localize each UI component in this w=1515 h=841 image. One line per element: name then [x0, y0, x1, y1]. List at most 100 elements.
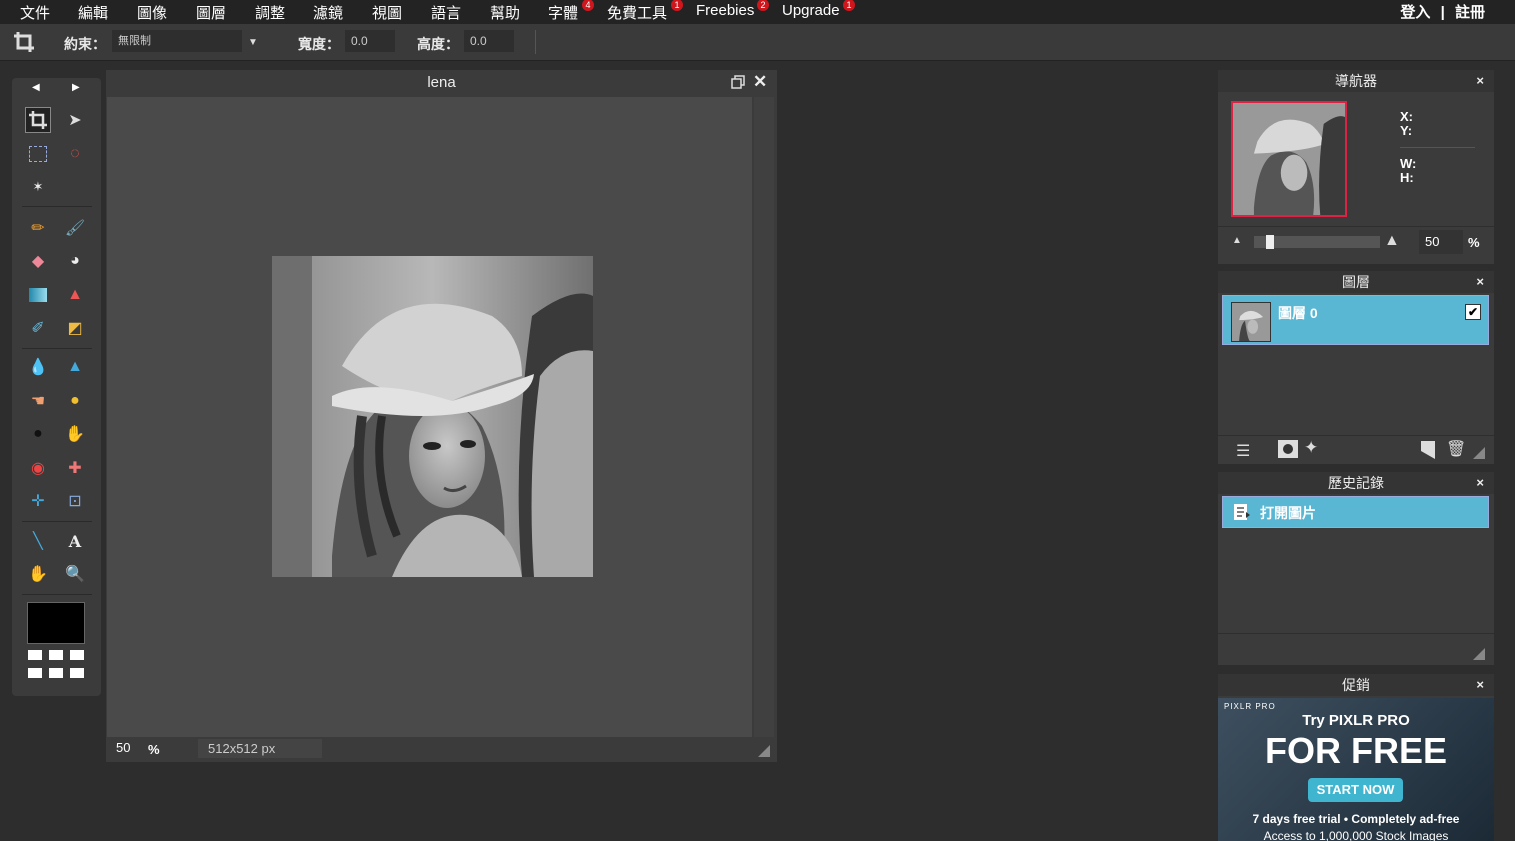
zoom-slider-handle[interactable] — [1266, 235, 1274, 249]
menu-fonts[interactable]: 字體 — [548, 2, 578, 23]
menu-free-tools[interactable]: 免費工具 — [607, 2, 667, 23]
color-replace-icon[interactable]: ✐ — [25, 315, 51, 341]
layers-panel: 圖層 × 圖層 0 ✔ ☰ ✦ 🗑 — [1218, 271, 1494, 464]
lasso-tool-icon[interactable]: ◌ — [62, 141, 88, 167]
history-divider — [1218, 633, 1494, 634]
layer-name: 圖層 0 — [1278, 305, 1318, 321]
zoom-tool-icon[interactable]: 🔍 — [62, 561, 88, 587]
close-icon[interactable]: ✕ — [753, 72, 767, 92]
resize-handle-icon[interactable] — [1473, 647, 1485, 665]
h-label: H: — [1400, 170, 1414, 185]
foreground-color-swatch[interactable] — [27, 602, 85, 644]
promo-line2: 7 days free trial • Completely ad-free — [1252, 812, 1460, 826]
layers-divider — [1218, 435, 1494, 436]
chevron-down-icon[interactable]: ▼ — [248, 37, 258, 48]
close-icon[interactable]: × — [1476, 271, 1484, 293]
menu-edit[interactable]: 編輯 — [78, 2, 108, 23]
close-icon[interactable]: × — [1476, 674, 1484, 696]
height-field[interactable]: 0.0 — [464, 30, 514, 52]
marquee-tool-icon[interactable] — [25, 141, 51, 167]
document-title: lena — [427, 74, 456, 91]
hand-tool-icon[interactable]: ✋ — [25, 561, 51, 587]
vertical-scrollbar[interactable] — [754, 97, 774, 737]
pinch-tool-icon[interactable]: ⊡ — [62, 488, 88, 514]
promo-header: 促銷 × — [1218, 674, 1494, 696]
eraser-tool-icon[interactable]: ◆ — [25, 248, 51, 274]
tool-divider — [22, 594, 92, 595]
document-icon — [1233, 503, 1251, 526]
menu-image[interactable]: 圖像 — [137, 2, 167, 23]
constraint-select[interactable]: 無限制 — [112, 30, 242, 52]
red-eye-tool-icon[interactable]: ◉ — [25, 455, 51, 481]
menu-view[interactable]: 視圖 — [372, 2, 402, 23]
promo-title: 促銷 — [1342, 677, 1370, 693]
login-link[interactable]: 登入 — [1400, 4, 1430, 21]
zoom-slider[interactable] — [1254, 235, 1380, 249]
navigator-zoom-input[interactable]: 50 — [1419, 230, 1463, 254]
promo-banner[interactable]: PIXLR PRO Try PIXLR PRO FOR FREE START N… — [1218, 698, 1494, 841]
crop-tool-icon[interactable] — [25, 107, 51, 133]
canvas-area[interactable] — [107, 97, 752, 737]
type-tool-icon[interactable]: A — [62, 528, 88, 554]
grid-view-icon[interactable] — [28, 650, 84, 687]
start-now-button[interactable]: START NOW — [1308, 778, 1403, 802]
magic-wand-icon[interactable]: ✶ — [25, 174, 51, 200]
sponge-tool-icon[interactable]: ● — [62, 388, 88, 414]
dodge-tool-icon[interactable]: ✋ — [62, 421, 88, 447]
menu-adjust[interactable]: 調整 — [255, 2, 285, 23]
crop-tool-icon — [12, 30, 36, 59]
brush-tool-icon[interactable]: 🖌 — [62, 215, 88, 241]
layer-row[interactable]: 圖層 0 ✔ — [1222, 295, 1489, 345]
burn-tool-icon[interactable]: ● — [25, 421, 51, 447]
arrow-left-icon[interactable]: ◀ — [32, 82, 40, 93]
layer-settings-icon[interactable]: ☰ — [1236, 441, 1250, 461]
smudge-tool-icon[interactable]: ☚ — [25, 388, 51, 414]
menu-file[interactable]: 文件 — [20, 2, 50, 23]
width-field[interactable]: 0.0 — [345, 30, 395, 52]
coords-divider — [1400, 147, 1475, 148]
promo-brand: PIXLR PRO — [1224, 702, 1276, 711]
menu-filter[interactable]: 濾鏡 — [313, 2, 343, 23]
delete-layer-icon[interactable]: 🗑 — [1446, 439, 1466, 459]
move-tool-icon[interactable]: ➤ — [62, 107, 88, 133]
drawing-tool-icon[interactable]: ◩ — [62, 315, 88, 341]
zoom-out-icon[interactable]: ▲ — [1232, 235, 1242, 246]
gradient-tool-icon[interactable] — [25, 282, 51, 308]
promo-line3: Access to 1,000,000 Stock Images — [1263, 829, 1449, 841]
sharpen-tool-icon[interactable]: ▲ — [62, 354, 88, 380]
menu-upgrade[interactable]: Upgrade — [782, 2, 840, 19]
height-label: 高度： — [417, 36, 459, 52]
menu-freebies[interactable]: Freebies — [696, 2, 754, 19]
spot-heal-tool-icon[interactable]: ✚ — [62, 455, 88, 481]
layer-style-icon[interactable]: ✦ — [1304, 438, 1318, 458]
close-icon[interactable]: × — [1476, 472, 1484, 494]
history-item-label: 打開圖片 — [1260, 505, 1316, 521]
resize-handle-icon[interactable] — [758, 745, 770, 760]
layer-visibility-checkbox[interactable]: ✔ — [1465, 304, 1481, 320]
width-label: 寬度： — [298, 36, 340, 52]
navigator-thumbnail[interactable] — [1231, 101, 1347, 217]
layer-mask-icon[interactable] — [1278, 440, 1298, 463]
blur-tool-icon[interactable]: 💧 — [25, 354, 51, 380]
clone-stamp-icon[interactable]: ▲ — [62, 282, 88, 308]
zoom-in-icon[interactable]: ▲ — [1384, 232, 1400, 250]
selection-size: W: H: — [1400, 157, 1416, 185]
history-item[interactable]: 打開圖片 — [1222, 496, 1489, 528]
arrow-right-icon[interactable]: ▶ — [72, 82, 80, 93]
zoom-input[interactable]: 50 — [116, 740, 130, 755]
bloat-tool-icon[interactable]: ✛ — [25, 488, 51, 514]
new-layer-icon[interactable] — [1421, 441, 1435, 464]
register-link[interactable]: 註冊 — [1455, 4, 1485, 21]
menu-language[interactable]: 語言 — [431, 2, 461, 23]
x-label: X: — [1400, 109, 1413, 124]
document-window: lena ✕ 50 % 512x512 px — [106, 70, 777, 762]
paint-bucket-icon[interactable]: ◕ — [62, 248, 88, 274]
close-icon[interactable]: × — [1476, 70, 1484, 92]
color-picker-icon[interactable]: ╲ — [25, 528, 51, 554]
resize-handle-icon[interactable] — [1473, 446, 1485, 464]
restore-window-icon[interactable] — [731, 75, 745, 94]
menu-layer[interactable]: 圖層 — [196, 2, 226, 23]
menu-help[interactable]: 幫助 — [490, 2, 520, 23]
pencil-tool-icon[interactable]: ✏ — [25, 215, 51, 241]
menu-fonts-badge: 4 — [582, 0, 594, 11]
